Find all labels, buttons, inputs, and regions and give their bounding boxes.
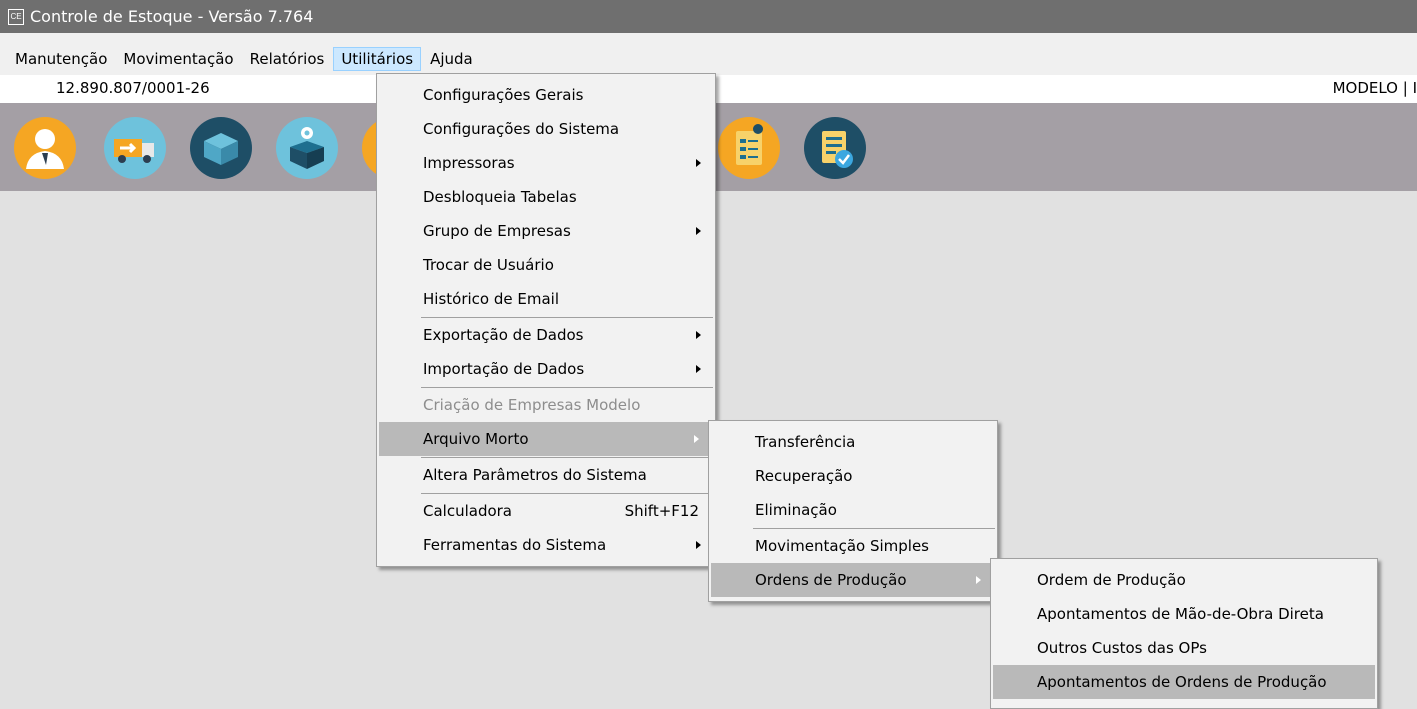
- menu-item-arquivo-morto[interactable]: Arquivo Morto: [379, 422, 713, 456]
- submenu-arrow-icon: [696, 227, 701, 235]
- menu-item-impressoras[interactable]: Impressoras: [377, 146, 715, 180]
- menu-item-importacao-dados[interactable]: Importação de Dados: [377, 352, 715, 386]
- box-icon[interactable]: [190, 117, 252, 179]
- shortcut-label: Shift+F12: [624, 502, 699, 520]
- menu-item-ferramentas-sistema[interactable]: Ferramentas do Sistema: [377, 528, 715, 562]
- box-settings-icon[interactable]: [276, 117, 338, 179]
- clipboard-check-icon[interactable]: [804, 117, 866, 179]
- menu-item-ordens-producao[interactable]: Ordens de Produção: [711, 563, 995, 597]
- menu-movimentacao[interactable]: Movimentação: [116, 47, 240, 71]
- submenu-arrow-icon: [696, 331, 701, 339]
- window-title: Controle de Estoque - Versão 7.764: [30, 7, 314, 26]
- menu-item-configuracoes-sistema[interactable]: Configurações do Sistema: [377, 112, 715, 146]
- menu-item-grupo-empresas[interactable]: Grupo de Empresas: [377, 214, 715, 248]
- menu-item-trocar-usuario[interactable]: Trocar de Usuário: [377, 248, 715, 282]
- ordens-producao-submenu: Ordem de Produção Apontamentos de Mão-de…: [990, 558, 1378, 709]
- arquivo-morto-submenu: Transferência Recuperação Eliminação Mov…: [708, 420, 998, 602]
- menu-item-desbloqueia-tabelas[interactable]: Desbloqueia Tabelas: [377, 180, 715, 214]
- submenu-arrow-icon: [976, 576, 981, 584]
- title-bar: CE Controle de Estoque - Versão 7.764: [0, 0, 1417, 33]
- submenu-arrow-icon: [696, 159, 701, 167]
- truck-icon[interactable]: [104, 117, 166, 179]
- utilitarios-dropdown: Configurações Gerais Configurações do Si…: [376, 73, 716, 567]
- company-model-label: MODELO | I: [1332, 79, 1417, 97]
- menu-item-historico-email[interactable]: Histórico de Email: [377, 282, 715, 316]
- menu-item-ordem-producao[interactable]: Ordem de Produção: [991, 563, 1377, 597]
- submenu-arrow-icon: [696, 365, 701, 373]
- company-cnpj: 12.890.807/0001-26: [56, 79, 210, 97]
- submenu-arrow-icon: [696, 541, 701, 549]
- menu-item-exportacao-dados[interactable]: Exportação de Dados: [377, 318, 715, 352]
- app-icon: CE: [8, 8, 24, 25]
- submenu-arrow-icon: [694, 435, 699, 443]
- menu-relatorios[interactable]: Relatórios: [243, 47, 332, 71]
- menu-item-configuracoes-gerais[interactable]: Configurações Gerais: [377, 78, 715, 112]
- menu-item-recuperacao[interactable]: Recuperação: [709, 459, 997, 493]
- menu-item-apontamentos-ordens[interactable]: Apontamentos de Ordens de Produção: [993, 665, 1375, 699]
- menu-item-movimentacao-simples[interactable]: Movimentação Simples: [709, 529, 997, 563]
- menu-item-outros-custos[interactable]: Outros Custos das OPs: [991, 631, 1377, 665]
- menu-item-altera-parametros[interactable]: Altera Parâmetros do Sistema: [377, 458, 715, 492]
- menu-utilitarios[interactable]: Utilitários: [333, 46, 422, 71]
- menu-ajuda[interactable]: Ajuda: [423, 47, 480, 71]
- user-icon[interactable]: [14, 117, 76, 179]
- menu-bar: Manutenção Movimentação Relatórios Utili…: [0, 45, 1417, 72]
- menu-item-apontamentos-mao-obra[interactable]: Apontamentos de Mão-de-Obra Direta: [991, 597, 1377, 631]
- menu-item-criacao-empresas-modelo: Criação de Empresas Modelo: [423, 396, 641, 414]
- checklist-pin-icon[interactable]: [718, 117, 780, 179]
- menu-item-calculadora[interactable]: Calculadora Shift+F12: [377, 494, 715, 528]
- menu-manutencao[interactable]: Manutenção: [8, 47, 114, 71]
- menu-item-eliminacao[interactable]: Eliminação: [709, 493, 997, 527]
- menu-item-transferencia[interactable]: Transferência: [709, 425, 997, 459]
